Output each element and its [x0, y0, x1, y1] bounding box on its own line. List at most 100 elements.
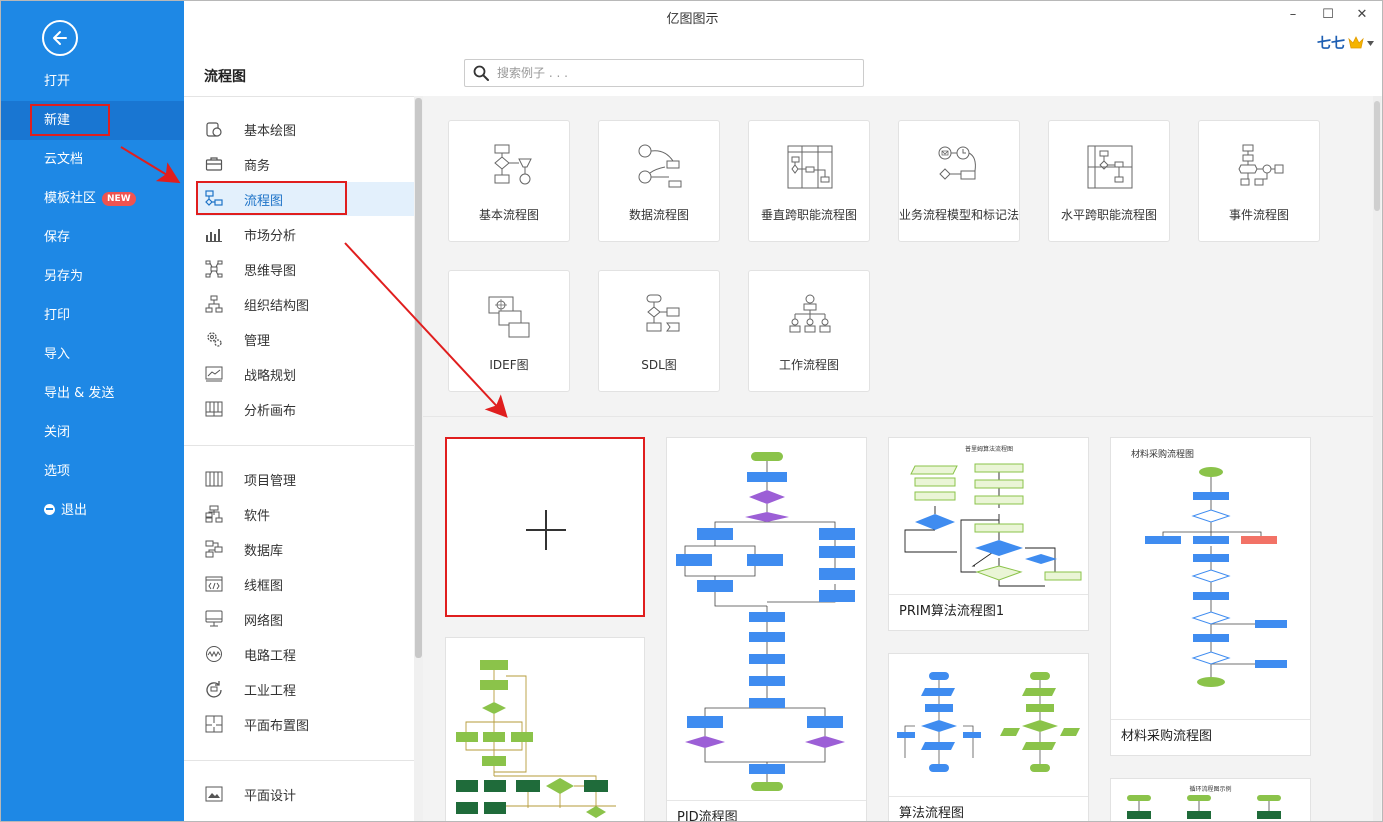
nav-print[interactable]: 打印: [1, 296, 184, 335]
nav-close[interactable]: 关闭: [1, 413, 184, 452]
org-chart-icon: [204, 295, 224, 313]
maximize-button[interactable]: ☐: [1316, 5, 1340, 25]
nav-export-send[interactable]: 导出 & 发送: [1, 374, 184, 413]
category-org-chart[interactable]: 组织结构图: [196, 287, 414, 321]
blank-template[interactable]: [445, 437, 645, 617]
category-management[interactable]: 管理: [196, 322, 414, 356]
mind-map-icon: [204, 260, 224, 278]
type-workflow[interactable]: 工作流程图: [748, 270, 870, 392]
category-market-analysis[interactable]: 市场分析: [196, 217, 414, 251]
prim-thumbnail: 普里姆算法流程图: [904, 445, 1082, 587]
section-title: 流程图: [204, 69, 246, 85]
template-algorithm[interactable]: 算法流程图: [888, 653, 1089, 821]
line-chart-icon: [204, 365, 224, 383]
gallery-scrollbar[interactable]: [1373, 96, 1381, 821]
template-caption: 算法流程图: [889, 796, 1088, 821]
nav-exit[interactable]: 退出: [1, 491, 184, 530]
nav-open[interactable]: 打开: [1, 62, 184, 101]
search-box[interactable]: [464, 59, 864, 87]
type-event-flowchart[interactable]: 事件流程图: [1198, 120, 1320, 242]
category-project-management[interactable]: 项目管理: [196, 462, 414, 496]
picture-icon: [204, 785, 224, 803]
shapes-icon: [204, 120, 224, 138]
category-separator-2: [184, 760, 416, 761]
nav-import[interactable]: 导入: [1, 335, 184, 374]
search-input[interactable]: [497, 66, 837, 80]
workflow-icon: [789, 294, 831, 333]
search-icon: [473, 65, 489, 81]
bar-chart-icon: [204, 225, 224, 243]
template-prim[interactable]: 普里姆算法流程图 PRIM算法流程图1: [888, 437, 1089, 631]
category-business[interactable]: 商务: [196, 147, 414, 181]
type-label: IDEF图: [489, 358, 529, 372]
data-flow-icon: [638, 144, 682, 188]
template-green-flow[interactable]: [445, 637, 645, 821]
nav-cloud-docs[interactable]: 云文档: [1, 140, 184, 179]
back-button[interactable]: [42, 20, 78, 56]
highlight-flowchart: [196, 181, 347, 215]
category-software[interactable]: 软件: [196, 497, 414, 531]
template-caption: 材料采购流程图: [1111, 719, 1310, 755]
category-analysis-canvas[interactable]: 分析画布: [196, 392, 414, 426]
pid-thumbnail: [676, 452, 855, 791]
close-button[interactable]: ✕: [1350, 5, 1374, 25]
template-gallery: 基本流程图 数据流程图 垂直跨职能流程图 业务流程模型和标记法 水平跨职能流程图…: [423, 96, 1382, 821]
template-loop-flow[interactable]: 循环流程图示例: [1110, 778, 1311, 821]
minimize-button[interactable]: –: [1281, 5, 1305, 25]
category-database[interactable]: 数据库: [196, 532, 414, 566]
horizontal-swimlane-icon: [1087, 145, 1133, 189]
user-name: 七七: [1317, 36, 1345, 52]
nav-save-as[interactable]: 另存为: [1, 257, 184, 296]
nav-save[interactable]: 保存: [1, 218, 184, 257]
arrow-left-icon: [53, 31, 67, 45]
vertical-swimlane-icon: [787, 145, 833, 189]
sdl-icon: [646, 294, 680, 332]
type-vertical-swimlane[interactable]: 垂直跨职能流程图: [748, 120, 870, 242]
nav-template-community[interactable]: 模板社区 NEW: [1, 179, 184, 218]
plus-icon: [526, 510, 566, 550]
category-scrollbar[interactable]: [414, 96, 423, 821]
canvas-icon: [204, 400, 224, 418]
type-idef[interactable]: IDEF图: [448, 270, 570, 392]
type-basic-flowchart[interactable]: 基本流程图: [448, 120, 570, 242]
template-caption: PRIM算法流程图1: [889, 594, 1088, 630]
category-scroll-thumb[interactable]: [415, 98, 422, 658]
category-wireframe[interactable]: 线框图: [196, 567, 414, 601]
section-divider: [423, 416, 1373, 417]
type-label: 垂直跨职能流程图: [760, 208, 857, 222]
category-strategy[interactable]: 战略规划: [196, 357, 414, 391]
gallery-scroll-thumb[interactable]: [1374, 101, 1380, 211]
template-material-purchase[interactable]: 材料采购流程图 材料采购流程图: [1110, 437, 1311, 756]
type-horizontal-swimlane[interactable]: 水平跨职能流程图: [1048, 120, 1170, 242]
event-flow-icon: [1238, 144, 1284, 186]
basic-flowchart-icon: [494, 144, 532, 185]
nav-options[interactable]: 选项: [1, 452, 184, 491]
type-label: 基本流程图: [478, 208, 539, 222]
prim-thumb-title: 普里姆算法流程图: [965, 445, 1013, 453]
type-data-flowchart[interactable]: 数据流程图: [598, 120, 720, 242]
category-basic-drawing[interactable]: 基本绘图: [196, 112, 414, 146]
chevron-down-icon: [1367, 40, 1374, 46]
app-title: 亿图图示: [666, 12, 719, 27]
user-account[interactable]: 七七: [1317, 33, 1374, 53]
idef-icon: [488, 296, 530, 338]
code-window-icon: [204, 575, 224, 593]
category-network[interactable]: 网络图: [196, 602, 414, 636]
type-label: 事件流程图: [1228, 208, 1289, 222]
software-icon: [204, 505, 224, 523]
category-separator: [184, 445, 416, 446]
category-circuit[interactable]: 电路工程: [196, 637, 414, 671]
type-bpmn[interactable]: 业务流程模型和标记法: [898, 120, 1020, 242]
category-floor-plan[interactable]: 平面布置图: [196, 707, 414, 741]
type-label: 水平跨职能流程图: [1060, 208, 1157, 222]
template-caption: PID流程图: [667, 800, 866, 821]
category-industrial[interactable]: 工业工程: [196, 672, 414, 706]
title-bar: 亿图图示 – ☐ ✕: [184, 1, 1382, 31]
category-mind-map[interactable]: 思维导图: [196, 252, 414, 286]
algorithm-thumbnail: [897, 672, 1080, 772]
category-graphic-design[interactable]: 平面设计: [196, 777, 414, 811]
type-sdl[interactable]: SDL图: [598, 270, 720, 392]
type-label: 业务流程模型和标记法: [899, 208, 1020, 222]
circuit-icon: [204, 645, 224, 663]
template-pid[interactable]: PID流程图: [666, 437, 867, 821]
